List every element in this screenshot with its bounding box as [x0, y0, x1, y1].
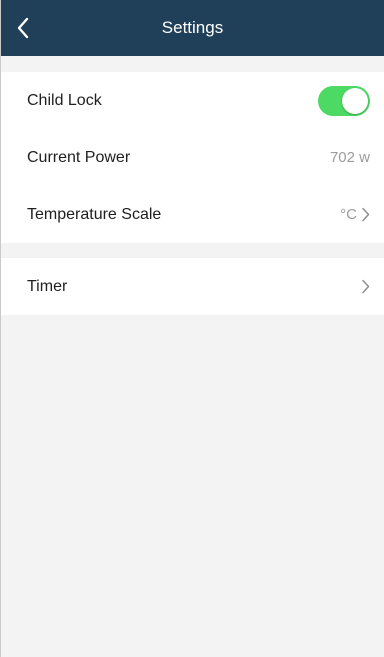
temperature-scale-label: Temperature Scale — [27, 205, 162, 223]
nav-bar: Settings — [1, 0, 384, 56]
current-power-value: 702 w — [329, 149, 370, 166]
child-lock-label: Child Lock — [27, 91, 102, 109]
current-power-row: Current Power 702 w — [1, 129, 384, 186]
chevron-right-icon — [361, 207, 370, 222]
temperature-scale-row[interactable]: Temperature Scale °C — [1, 186, 384, 243]
chevron-right-icon — [361, 279, 370, 294]
settings-group-timer: Timer — [1, 258, 384, 315]
settings-group-main: Child Lock Current Power 702 w Temperatu… — [1, 72, 384, 243]
page-title: Settings — [161, 18, 224, 37]
current-power-label: Current Power — [27, 148, 131, 166]
settings-screen: Settings Child Lock Current Power 702 w … — [0, 0, 384, 657]
temperature-scale-value-wrap: °C — [340, 206, 370, 223]
timer-row[interactable]: Timer — [1, 258, 384, 315]
temperature-scale-value: °C — [340, 206, 357, 223]
timer-label: Timer — [27, 277, 68, 295]
child-lock-row: Child Lock — [1, 72, 384, 129]
toggle-knob — [342, 87, 368, 114]
child-lock-toggle[interactable] — [318, 85, 370, 116]
